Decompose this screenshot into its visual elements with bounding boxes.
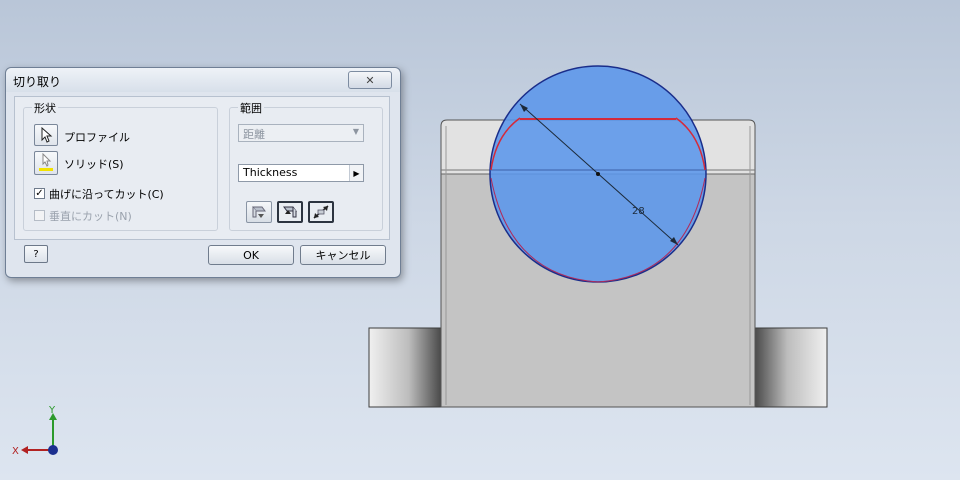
- axis-triad: Y X: [12, 405, 58, 457]
- extent-group-label: 範囲: [238, 100, 264, 116]
- cancel-button-label: キャンセル: [315, 249, 371, 262]
- cancel-button[interactable]: キャンセル: [300, 245, 386, 265]
- circle-center-point: [596, 172, 600, 176]
- ok-button-label: OK: [243, 248, 259, 262]
- shape-group-label: 形状: [32, 100, 58, 116]
- dimension-value[interactable]: 28: [632, 206, 645, 217]
- right-flange: [754, 327, 828, 408]
- direction-2-button[interactable]: [277, 201, 303, 223]
- left-flange: [368, 327, 442, 408]
- profile-select-button[interactable]: [34, 124, 58, 146]
- symmetric-button[interactable]: [308, 201, 334, 223]
- cut-along-bends-checkbox[interactable]: ✓: [34, 188, 45, 199]
- cursor-arrow-icon: [41, 127, 53, 143]
- dialog-content: 形状 プロファイル ソリッド(S) ✓ 曲げに沿ってカット(C) 垂直にカット(…: [14, 96, 390, 240]
- ok-button[interactable]: OK: [208, 245, 294, 265]
- close-icon: ✕: [365, 73, 375, 87]
- profile-label: プロファイル: [64, 131, 130, 144]
- extent-type-select[interactable]: 距離 ▼: [238, 124, 364, 142]
- dialog-title: 切り取り: [13, 75, 62, 89]
- close-button[interactable]: ✕: [348, 71, 392, 89]
- distance-input[interactable]: Thickness ▶: [238, 164, 364, 182]
- direction-2-icon: [283, 206, 297, 218]
- symmetric-icon: [313, 205, 329, 219]
- axis-x-label: X: [12, 446, 19, 457]
- perpendicular-cut-checkbox[interactable]: [34, 210, 45, 221]
- value-menu-arrow-icon[interactable]: ▶: [349, 165, 363, 181]
- extent-group: 範囲 距離 ▼ Thickness ▶: [229, 100, 383, 231]
- dialog-titlebar[interactable]: 切り取り ✕: [6, 68, 400, 92]
- help-button[interactable]: ?: [24, 245, 48, 263]
- direction-1-icon: [252, 206, 266, 218]
- help-icon: ?: [33, 248, 39, 260]
- distance-value: Thickness: [243, 166, 298, 179]
- solid-cursor-icon: [39, 153, 53, 171]
- solid-label: ソリッド(S): [64, 158, 124, 171]
- direction-1-button[interactable]: [246, 201, 272, 223]
- perpendicular-cut-label: 垂直にカット(N): [49, 210, 132, 223]
- extent-type-value: 距離: [243, 128, 265, 141]
- dropdown-arrow-icon: ▼: [352, 127, 359, 136]
- axis-y-label: Y: [48, 405, 56, 416]
- solid-select-button[interactable]: [34, 151, 58, 175]
- checkmark-icon: ✓: [35, 187, 44, 199]
- shape-group: 形状 プロファイル ソリッド(S) ✓ 曲げに沿ってカット(C) 垂直にカット(…: [23, 100, 218, 231]
- cut-along-bends-label: 曲げに沿ってカット(C): [49, 188, 164, 201]
- cut-dialog: 切り取り ✕ 形状 プロファイル ソリッド(S) ✓ 曲げに沿ってカット(C) …: [5, 67, 401, 278]
